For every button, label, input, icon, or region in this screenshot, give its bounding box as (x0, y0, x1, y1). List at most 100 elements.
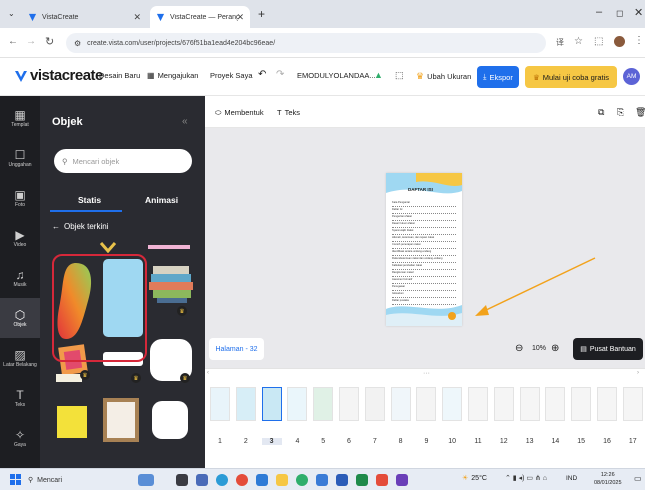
avatar[interactable]: AM (623, 68, 640, 85)
app-icon[interactable] (396, 474, 408, 486)
export-button[interactable]: ⤓ Ekspor (477, 66, 519, 88)
delete-icon[interactable]: 🗑 (635, 107, 645, 118)
page-number[interactable]: 17 (623, 438, 643, 445)
page-number[interactable]: 5 (313, 438, 333, 445)
page-number[interactable]: 9 (416, 438, 436, 445)
tab-list-chevron-icon[interactable]: ⌄ (8, 9, 15, 18)
page-thumbnail[interactable] (597, 387, 617, 421)
page-number[interactable]: 14 (545, 438, 565, 445)
collapse-panel-icon[interactable]: « (182, 116, 188, 127)
sidebar-item-object[interactable]: ⬡ Objek (0, 298, 40, 338)
store-icon[interactable] (256, 474, 268, 486)
extensions-icon[interactable]: ⬚ (594, 36, 603, 47)
object-thumb-sticky-note[interactable] (57, 406, 87, 438)
page-thumbnail[interactable] (364, 387, 385, 421)
tab-static[interactable]: Statis (78, 195, 101, 205)
task-view-icon[interactable] (176, 474, 188, 486)
page-thumbnail[interactable] (571, 387, 592, 421)
notification-icon[interactable]: ▭ (634, 474, 642, 483)
reload-icon[interactable]: ↻ (45, 35, 54, 48)
word-icon[interactable] (336, 474, 348, 486)
excel-icon[interactable] (356, 474, 368, 486)
page-thumbnail[interactable] (390, 387, 411, 421)
page-thumbnail[interactable] (287, 387, 308, 421)
weather-widget[interactable]: ☀ 25°C (462, 474, 487, 483)
project-name[interactable]: EMODULYOLANDAA... (297, 71, 376, 80)
url-field[interactable]: ⚙ create.vista.com/user/projects/676f51b… (66, 33, 546, 53)
browser-menu-icon[interactable]: ⋮ (634, 35, 644, 46)
sidebar-item-upload[interactable]: ☐ Unggahan (0, 138, 40, 178)
windows-start-icon[interactable] (10, 474, 21, 485)
page-number[interactable]: 13 (520, 438, 540, 445)
minimize-icon[interactable]: – (596, 6, 602, 18)
submit-button[interactable]: ▦ Mengajukan (147, 71, 198, 80)
page-thumbnail[interactable] (235, 387, 256, 421)
page-number[interactable]: 10 (442, 438, 462, 445)
new-design-button[interactable]: Desain Baru (99, 71, 140, 80)
page-thumbnail[interactable] (468, 387, 488, 421)
resize-button[interactable]: ♛ Ubah Ukuran (416, 71, 471, 82)
duplicate-icon[interactable]: ⎘ (617, 107, 624, 118)
page-number[interactable]: 11 (468, 438, 488, 445)
undo-icon[interactable]: ↶ (258, 69, 266, 80)
comment-icon[interactable]: ⬚ (395, 70, 404, 81)
sidebar-item-style[interactable]: ✧ Gaya (0, 418, 40, 458)
zoom-in-icon[interactable]: ⊕ (551, 343, 559, 354)
page-thumbnail[interactable] (493, 387, 514, 421)
object-thumb-yellow-dash[interactable] (98, 241, 118, 253)
bookmark-star-icon[interactable]: ☆ (574, 36, 583, 47)
page-thumbnail[interactable] (416, 387, 437, 421)
page-number[interactable]: 1 (210, 438, 230, 445)
sidebar-item-text[interactable]: T Teks (0, 378, 40, 418)
page-thumbnail[interactable] (622, 387, 643, 421)
forward-icon[interactable]: → (26, 36, 36, 47)
profile-icon[interactable] (614, 36, 625, 47)
site-info-icon[interactable]: ⚙ (74, 39, 81, 48)
page-number[interactable]: 12 (494, 438, 514, 445)
search-input[interactable]: ⚲ Mencari objek (54, 149, 192, 173)
text-button[interactable]: T Teks (277, 108, 300, 117)
document-page[interactable]: DAFTAR ISI Kata Pengantar Daftar Isi Penge… (386, 173, 462, 326)
zoom-level[interactable]: 10% (532, 345, 546, 352)
close-tab-icon[interactable]: ✕ (236, 12, 244, 23)
sidebar-item-photo[interactable]: ▣ Foto (0, 178, 40, 218)
page-count-button[interactable]: Halaman - 32 (209, 338, 264, 360)
page-number[interactable]: 8 (391, 438, 411, 445)
clock[interactable]: 12:26 08/01/2025 (594, 471, 622, 487)
help-center-button[interactable]: ▤ Pusat Bantuan (573, 338, 643, 360)
browser-tab-2[interactable]: VistaCreate — Perangkat Lunak ✕ (150, 6, 250, 28)
file-explorer-icon[interactable] (196, 474, 208, 486)
recent-objects-header[interactable]: ← Objek terkini (52, 222, 108, 231)
translate-icon[interactable]: 译 (556, 37, 564, 48)
page-number[interactable]: 7 (365, 438, 385, 445)
maximize-icon[interactable]: ◻ (616, 8, 623, 19)
redo-icon[interactable]: ↷ (276, 69, 284, 80)
my-projects-button[interactable]: Proyek Saya (210, 71, 253, 80)
vistacreate-logo[interactable]: vistacreate (14, 67, 103, 84)
app-icon[interactable] (276, 474, 288, 486)
system-tray-icons[interactable]: ⌃ ▮ ◂) ▭ ⋔ ⌂ (505, 474, 547, 482)
chrome-icon[interactable] (236, 474, 248, 486)
page-number[interactable]: 16 (597, 438, 617, 445)
zoom-out-icon[interactable]: ⊖ (515, 343, 523, 354)
taskbar-search[interactable]: ⚲ Mencari (28, 473, 108, 487)
sidebar-item-background[interactable]: ▨ Latar Belakang (0, 338, 40, 378)
browser-tab-1[interactable]: VistaCreate ✕ (22, 6, 147, 28)
page-thumbnail[interactable] (545, 387, 566, 421)
object-thumb-pink-line[interactable] (148, 245, 190, 249)
page-number[interactable]: 6 (339, 438, 359, 445)
sidebar-item-music[interactable]: ♫ Musik (0, 258, 40, 298)
page-thumbnail[interactable] (261, 387, 282, 421)
object-thumb-white-rounded[interactable] (152, 401, 188, 439)
sidebar-item-template[interactable]: ▦ Templat (0, 98, 40, 138)
close-window-icon[interactable]: ✕ (634, 6, 643, 19)
layers-icon[interactable]: ⧉ (598, 107, 604, 118)
widgets-icon[interactable] (138, 474, 154, 486)
tab-animated[interactable]: Animasi (145, 195, 178, 205)
scroll-right-icon[interactable]: › (637, 370, 639, 376)
page-thumbnail[interactable] (339, 387, 359, 421)
shape-button[interactable]: ⬭ Membentuk (215, 108, 264, 118)
app-icon[interactable] (316, 474, 328, 486)
page-number[interactable]: 2 (236, 438, 256, 445)
new-tab-icon[interactable]: + (258, 7, 265, 21)
